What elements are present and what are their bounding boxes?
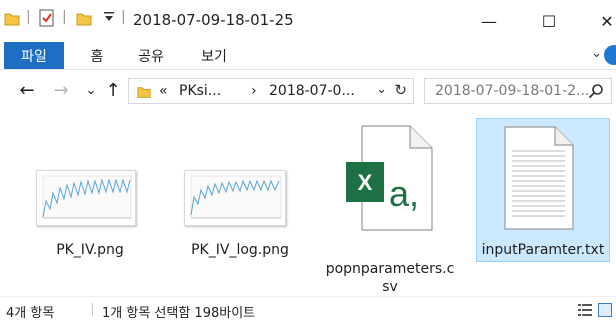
up-button[interactable]: ↑: [102, 78, 124, 102]
tab-view[interactable]: 보기: [191, 42, 237, 69]
png-thumbnail-icon: [36, 170, 136, 226]
svg-text:X: X: [358, 170, 373, 195]
file-name: PK_IV_log.png: [191, 242, 289, 258]
search-placeholder: 2018-07-09-18-01-2...: [435, 83, 590, 99]
file-item-popnparameters-csv[interactable]: X a, popnparameters.c sv: [322, 112, 458, 296]
file-name-line1: popnparameters.c: [325, 261, 455, 277]
file-name: PK_IV.png: [56, 242, 124, 258]
item-count: 4개 항목: [6, 306, 55, 320]
search-icon: [588, 83, 604, 103]
quick-access-divider: |: [62, 9, 67, 25]
address-bar[interactable]: « PKsi... › 2018-07-0... ⌄ ↻: [128, 78, 414, 104]
details-view-icon[interactable]: [578, 302, 592, 316]
png-thumbnail-icon: [184, 170, 286, 226]
maximize-icon: ☐: [541, 11, 557, 31]
close-button[interactable]: ✕: [594, 8, 616, 34]
forward-button[interactable]: →: [50, 78, 72, 102]
breadcrumb-item[interactable]: 2018-07-0...: [269, 83, 355, 99]
search-input[interactable]: 2018-07-09-18-01-2...: [424, 78, 612, 104]
back-button[interactable]: ←: [16, 78, 38, 102]
up-arrow-icon: ↑: [105, 79, 121, 101]
svg-text:a,: a,: [389, 173, 419, 214]
file-item-pk-iv-png[interactable]: PK_IV.png: [22, 112, 158, 296]
maximize-button[interactable]: ☐: [536, 8, 562, 34]
quick-access-divider: |: [121, 9, 126, 25]
minimize-button[interactable]: —: [476, 8, 502, 34]
file-item-pk-iv-log-png[interactable]: PK_IV_log.png: [172, 112, 308, 296]
file-name-line2: sv: [382, 279, 398, 295]
status-bar: 4개 항목 1개 항목 선택함 198바이트: [0, 296, 616, 320]
properties-checkmark-icon[interactable]: [38, 9, 56, 31]
large-icons-view-icon[interactable]: [598, 302, 612, 317]
selection-info: 1개 항목 선택함 198바이트: [102, 306, 256, 320]
quick-access-divider: |: [26, 9, 31, 25]
breadcrumb-separator[interactable]: ›: [251, 83, 257, 99]
status-divider: [92, 303, 93, 316]
ribbon-tabs: 파일 홈 공유 보기 ⌄: [0, 42, 616, 70]
new-folder-icon[interactable]: [76, 11, 92, 30]
folder-icon: [137, 84, 151, 103]
back-arrow-icon: ←: [19, 79, 35, 101]
minimize-icon: —: [481, 11, 497, 31]
tab-share[interactable]: 공유: [128, 42, 174, 69]
expand-ribbon-icon[interactable]: ⌄: [591, 46, 602, 61]
address-dropdown-icon[interactable]: ⌄: [376, 82, 387, 97]
close-icon: ✕: [600, 11, 614, 31]
refresh-icon[interactable]: ↻: [394, 81, 407, 99]
title-bar: | | | 2018-07-09-18-01-25 — ☐ ✕: [0, 0, 616, 42]
excel-csv-icon: X a,: [344, 124, 436, 236]
file-item-inputparamter-txt[interactable]: inputParamter.txt: [476, 118, 610, 262]
tab-home[interactable]: 홈: [82, 42, 112, 69]
tab-file[interactable]: 파일: [4, 42, 64, 69]
breadcrumb-overflow[interactable]: «: [159, 83, 168, 99]
breadcrumb-item[interactable]: PKsi...: [179, 83, 221, 99]
navigation-bar: ← → ⌄ ↑ « PKsi... › 2018-07-0... ⌄ ↻ 201…: [0, 70, 616, 112]
file-list: PK_IV.png PK_IV_log.png X a, popnparamet…: [0, 112, 616, 296]
text-file-icon: [503, 125, 575, 235]
chevron-down-icon: ⌄: [85, 82, 97, 98]
window-title: 2018-07-09-18-01-25: [133, 11, 294, 29]
recent-locations-button[interactable]: ⌄: [80, 78, 102, 102]
folder-icon[interactable]: [4, 11, 20, 30]
file-name: inputParamter.txt: [481, 242, 605, 258]
forward-arrow-icon: →: [53, 79, 69, 101]
help-icon[interactable]: [604, 45, 616, 65]
customize-quick-access-icon[interactable]: [103, 9, 115, 26]
